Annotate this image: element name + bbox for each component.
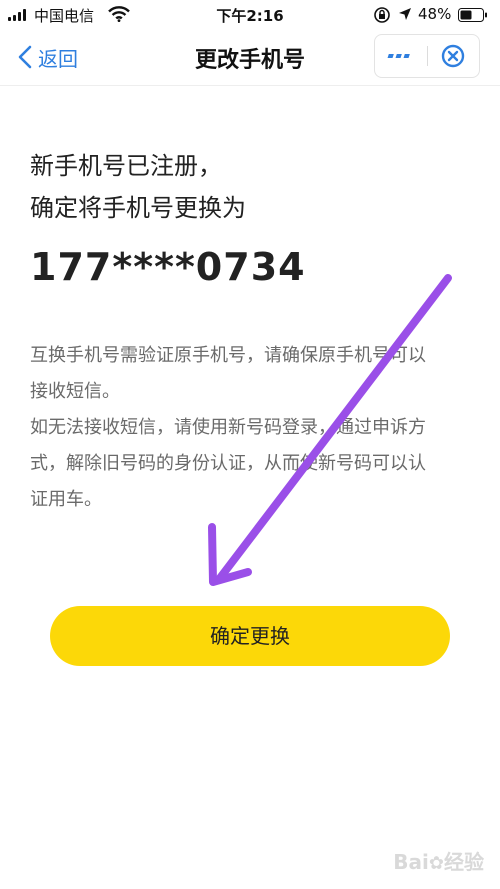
rotation-lock-icon [374,7,390,23]
description-line: 如无法接收短信，请使用新号码登录，通过申诉方 [30,417,426,438]
description-line: 式，解除旧号码的身份认证，从而使新号码可以认 [30,453,426,474]
masked-phone-number: 177****0734 [30,245,306,289]
annotation-arrow-head [208,523,252,586]
description-line: 接收短信。 [30,381,120,402]
battery-percent: 48% [418,5,452,23]
description-line: 互换手机号需验证原手机号，请确保原手机号可以 [30,345,426,366]
more-dots-icon [387,54,410,58]
confirm-change-button[interactable]: 确定更换 [50,606,450,666]
location-arrow-icon [399,8,411,20]
description: 互换手机号需验证原手机号，请确保原手机号可以 接收短信。 如无法接收短信，请使用… [30,338,475,518]
headline-line-1: 新手机号已注册， [30,152,222,180]
headline: 新手机号已注册， 确定将手机号更换为 [30,145,246,229]
battery-icon [458,8,487,22]
mini-program-capsule [374,34,480,78]
watermark-logo: Bai✿经验 [393,850,484,874]
status-bar: 中国电信 下午2:16 48% [0,0,500,30]
close-circle-icon [441,44,465,68]
headline-line-2: 确定将手机号更换为 [30,194,246,222]
navigation-bar: 返回 更改手机号 [0,30,500,86]
more-button[interactable] [375,35,427,77]
description-line: 证用车。 [30,489,102,510]
close-button[interactable] [428,35,479,77]
